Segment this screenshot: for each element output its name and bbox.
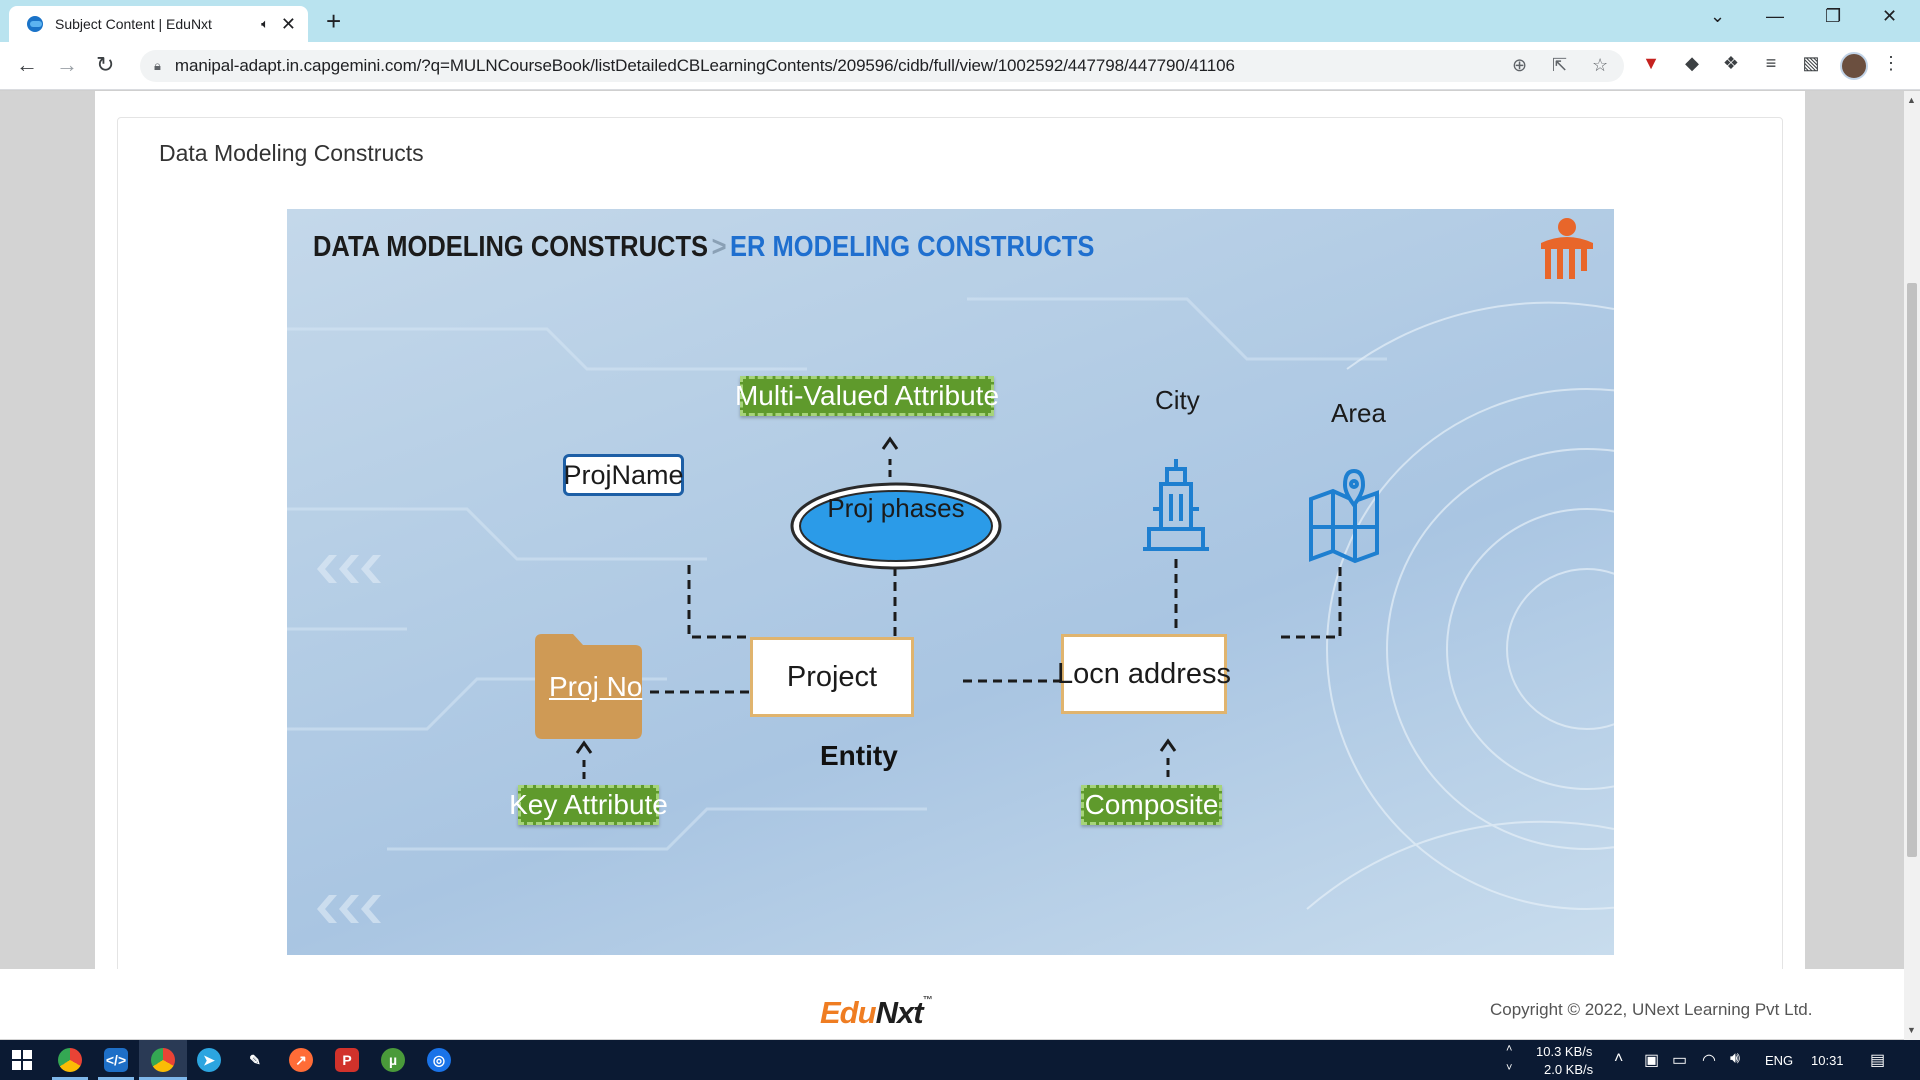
page-footer: EduNxt™ Copyright © 2022, UNext Learning… bbox=[0, 969, 1904, 1039]
tab-strip: Subject Content | EduNxt 🔈︎ ✕ + ⌄ — ❐ ✕ bbox=[0, 0, 1920, 42]
vscode-icon[interactable]: </> bbox=[104, 1048, 128, 1072]
language-indicator[interactable]: ENG bbox=[1765, 1053, 1793, 1068]
slide-heading: DATA MODELING CONSTRUCTS > ER MODELING CON… bbox=[313, 231, 1094, 264]
proj-no-label: Proj No bbox=[549, 671, 643, 702]
page-scrollbar[interactable]: ▲ ▼ bbox=[1904, 91, 1920, 1040]
restore-button[interactable]: ❐ bbox=[1825, 6, 1841, 27]
back-arrow-icon[interactable]: ← bbox=[16, 52, 38, 78]
heading-separator: > bbox=[711, 231, 727, 263]
down-caret-icon: ˅ bbox=[1506, 1062, 1513, 1074]
browser-toolbar: ← → ↻ 🔒︎ manipal-adapt.in.capgemini.com/… bbox=[0, 42, 1920, 90]
area-label: Area bbox=[1331, 398, 1386, 428]
volume-icon[interactable]: 🔊︎ bbox=[1730, 1050, 1740, 1068]
reload-icon[interactable]: ↻ bbox=[96, 52, 114, 78]
pen-tool-icon[interactable]: ✎ bbox=[243, 1048, 267, 1072]
chrome-active-icon[interactable] bbox=[151, 1048, 175, 1072]
windows-start-icon[interactable] bbox=[10, 1048, 34, 1072]
extension-icon[interactable]: ◆ bbox=[1681, 52, 1703, 74]
menu-kebab-icon[interactable]: ⋮ bbox=[1880, 52, 1902, 74]
telegram-icon[interactable]: ➤ bbox=[197, 1048, 221, 1072]
multi-valued-attribute-box: Multi-Valued Attribute bbox=[735, 376, 999, 416]
minimize-button[interactable]: — bbox=[1766, 6, 1784, 27]
heading-main: DATA MODELING CONSTRUCTS bbox=[313, 231, 709, 263]
tab-audio-icon[interactable]: 🔈︎ bbox=[261, 16, 269, 32]
net-upload-speed: 10.3 KB/s bbox=[1536, 1044, 1593, 1059]
proj-phases-label: Proj phases bbox=[827, 493, 965, 523]
manipal-logo-icon bbox=[1541, 218, 1593, 279]
chrome-canary-icon[interactable]: ◎ bbox=[427, 1048, 451, 1072]
meet-now-icon[interactable]: ▣ bbox=[1644, 1050, 1659, 1070]
area-map-icon bbox=[1309, 468, 1379, 564]
locn-address-box: Locn address bbox=[1057, 634, 1231, 714]
battery-icon[interactable]: ▭ bbox=[1672, 1050, 1687, 1070]
bookmark-star-icon[interactable]: ☆ bbox=[1592, 55, 1608, 76]
heading-sub: ER MODELING CONSTRUCTS bbox=[730, 231, 1095, 263]
url-text: manipal-adapt.in.capgemini.com/?q=MULNCo… bbox=[174, 56, 1235, 75]
projname-box: ProjName bbox=[563, 454, 684, 496]
forward-arrow-icon[interactable]: → bbox=[56, 52, 78, 78]
scroll-down-arrow-icon[interactable]: ▼ bbox=[1907, 1025, 1916, 1035]
city-skyscraper-icon bbox=[1143, 459, 1209, 551]
puzzle-extensions-icon[interactable]: ❖ bbox=[1720, 52, 1742, 74]
address-bar[interactable]: 🔒︎ manipal-adapt.in.capgemini.com/?q=MUL… bbox=[140, 50, 1624, 82]
slide-image: DATA MODELING CONSTRUCTS > ER MODELING CON… bbox=[287, 209, 1614, 955]
logo-edu-text: Edu bbox=[820, 995, 877, 1030]
up-caret-icon: ˄ bbox=[1506, 1043, 1513, 1055]
connector-projname-project bbox=[687, 565, 750, 639]
page-title: Data Modeling Constructs bbox=[159, 140, 424, 166]
pocket-extension-icon[interactable]: ▼ bbox=[1640, 52, 1662, 74]
net-download-speed: 2.0 KB/s bbox=[1544, 1062, 1594, 1077]
page-area: Data Modeling Constructs DATA MODELING C… bbox=[0, 91, 1920, 1040]
scroll-up-arrow-icon[interactable]: ▲ bbox=[1907, 95, 1916, 105]
logo-nxt-text: Nxt bbox=[875, 995, 924, 1030]
scroll-thumb[interactable] bbox=[1907, 283, 1917, 857]
city-label: City bbox=[1155, 385, 1200, 415]
lock-icon[interactable]: 🔒︎ bbox=[154, 58, 161, 74]
utorrent-icon[interactable]: µ bbox=[381, 1048, 405, 1072]
close-window-button[interactable]: ✕ bbox=[1882, 6, 1897, 27]
wifi-icon[interactable]: ◠ bbox=[1702, 1050, 1716, 1070]
edunxt-logo[interactable]: EduNxt™ bbox=[820, 995, 933, 1031]
side-panel-icon[interactable]: ▧ bbox=[1800, 52, 1822, 74]
slide-background-graphics bbox=[287, 218, 1614, 923]
profile-avatar[interactable] bbox=[1840, 52, 1868, 80]
chrome-icon[interactable] bbox=[58, 1048, 82, 1072]
show-hidden-icons-icon[interactable]: ˄ bbox=[1614, 1050, 1623, 1068]
tab-search-icon[interactable]: ⌄ bbox=[1710, 6, 1725, 27]
key-attribute-box: Key Attribute bbox=[509, 785, 668, 825]
share-icon[interactable]: ⇱ bbox=[1552, 55, 1567, 76]
zoom-icon[interactable]: ⊕ bbox=[1512, 55, 1527, 76]
windows-taskbar: </> ➤ ✎ ↗ P µ ◎ ˄ ˅ 10.3 KB/s 2.0 KB/s ˄… bbox=[0, 1040, 1920, 1080]
new-tab-button[interactable]: + bbox=[326, 6, 341, 37]
composite-box: Composite bbox=[1081, 785, 1222, 825]
project-entity-box: Project bbox=[750, 637, 914, 717]
clock-time[interactable]: 10:31 bbox=[1811, 1053, 1844, 1068]
logo-tm: ™ bbox=[922, 995, 933, 1006]
postman-icon[interactable]: ↗ bbox=[289, 1048, 313, 1072]
media-queue-icon[interactable]: ≡ bbox=[1760, 52, 1782, 74]
browser-tab[interactable]: Subject Content | EduNxt 🔈︎ ✕ bbox=[9, 6, 308, 42]
copyright-text: Copyright © 2022, UNext Learning Pvt Ltd… bbox=[1490, 1000, 1813, 1019]
tab-close-icon[interactable]: ✕ bbox=[281, 14, 296, 35]
notifications-icon[interactable]: ▤ bbox=[1870, 1050, 1885, 1070]
p-app-icon[interactable]: P bbox=[335, 1048, 359, 1072]
entity-label: Entity bbox=[820, 740, 898, 771]
edunxt-favicon-icon bbox=[27, 16, 43, 32]
tab-title: Subject Content | EduNxt bbox=[55, 16, 212, 32]
